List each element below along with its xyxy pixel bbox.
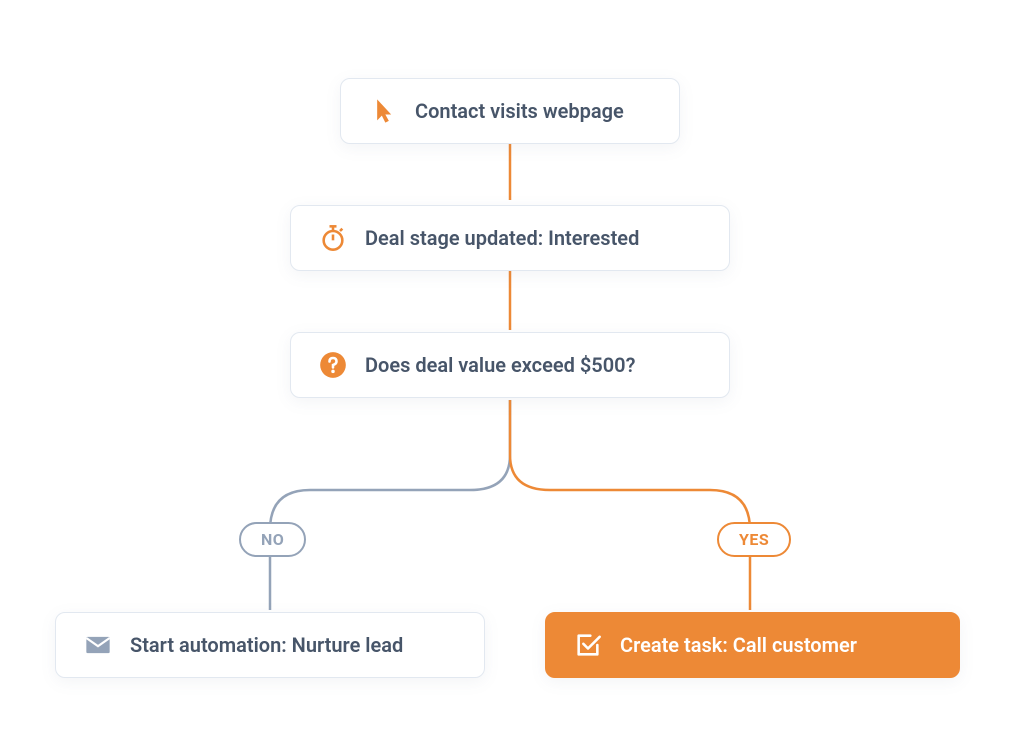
outcome-node-create-task: Create task: Call customer [545, 612, 960, 678]
checkbox-icon [574, 631, 602, 659]
branch-yes-text: YES [739, 530, 769, 549]
trigger-node-contact-visits: Contact visits webpage [340, 78, 680, 144]
branch-label-no: NO [239, 522, 306, 557]
stopwatch-icon [319, 224, 347, 252]
node-label: Deal stage updated: Interested [365, 226, 639, 250]
mail-icon [84, 631, 112, 659]
outcome-node-start-automation: Start automation: Nurture lead [55, 612, 485, 678]
workflow-diagram: Contact visits webpage Deal stage update… [0, 0, 1024, 755]
condition-node-deal-value: Does deal value exceed $500? [290, 332, 730, 398]
node-label: Contact visits webpage [415, 99, 624, 123]
node-label: Start automation: Nurture lead [130, 633, 403, 657]
cursor-icon [369, 97, 397, 125]
node-label: Create task: Call customer [620, 633, 857, 657]
action-node-deal-stage: Deal stage updated: Interested [290, 205, 730, 271]
branch-label-yes: YES [717, 522, 791, 557]
branch-no-text: NO [261, 530, 284, 549]
question-icon [319, 351, 347, 379]
node-label: Does deal value exceed $500? [365, 353, 635, 377]
